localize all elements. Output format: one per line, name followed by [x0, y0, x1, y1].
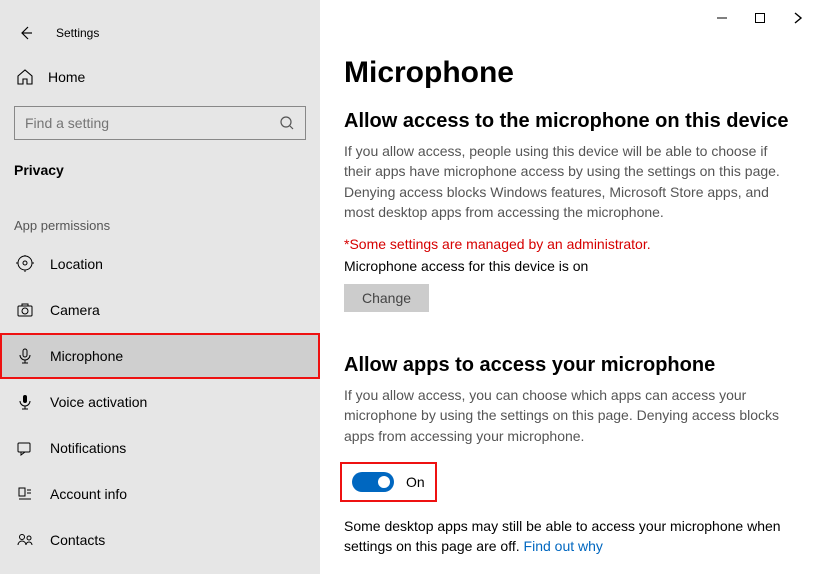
sidebar: Settings Home Privacy App permissions Lo…	[0, 0, 320, 574]
section-heading: Allow apps to access your microphone	[344, 354, 792, 377]
sidebar-item-label: Account info	[50, 486, 127, 502]
main-content: Microphone Allow access to the microphon…	[320, 0, 816, 574]
voice-activation-icon	[14, 393, 36, 411]
minimize-icon[interactable]	[712, 8, 732, 28]
sidebar-nav: Location Camera Microphone Voice activat…	[0, 241, 320, 563]
toggle-knob	[378, 476, 390, 488]
home-icon	[14, 68, 36, 86]
section-description: If you allow access, people using this d…	[344, 141, 784, 222]
contacts-icon	[14, 531, 36, 549]
sidebar-item-voice-activation[interactable]: Voice activation	[0, 379, 320, 425]
sidebar-item-label: Microphone	[50, 348, 123, 364]
sidebar-section-title: Privacy	[0, 140, 320, 188]
admin-note: *Some settings are managed by an adminis…	[344, 236, 792, 252]
location-icon	[14, 255, 36, 273]
search-icon	[279, 115, 295, 131]
toggle-state-label: On	[406, 474, 425, 490]
app-access-section: Allow apps to access your microphone If …	[344, 354, 792, 556]
search-box[interactable]	[14, 106, 306, 140]
sidebar-item-label: Camera	[50, 302, 100, 318]
maximize-icon[interactable]	[750, 8, 770, 28]
sidebar-item-microphone[interactable]: Microphone	[0, 333, 320, 379]
device-access-status: Microphone access for this device is on	[344, 258, 792, 274]
section-description: If you allow access, you can choose whic…	[344, 385, 784, 446]
settings-app: Settings Home Privacy App permissions Lo…	[0, 0, 816, 574]
sidebar-item-label: Contacts	[50, 532, 105, 548]
sidebar-item-label: Location	[50, 256, 103, 272]
back-icon[interactable]	[14, 21, 38, 45]
next-icon[interactable]	[788, 8, 808, 28]
titlebar: Settings	[0, 18, 320, 48]
section-heading: Allow access to the microphone on this d…	[344, 110, 792, 133]
sidebar-item-account-info[interactable]: Account info	[0, 471, 320, 517]
account-info-icon	[14, 485, 36, 503]
window-controls	[712, 8, 808, 28]
app-access-toggle-row: On	[344, 466, 433, 498]
sidebar-subheader: App permissions	[0, 188, 320, 241]
sidebar-item-contacts[interactable]: Contacts	[0, 517, 320, 563]
sidebar-item-label: Voice activation	[50, 394, 147, 410]
footnote: Some desktop apps may still be able to a…	[344, 516, 784, 557]
sidebar-item-location[interactable]: Location	[0, 241, 320, 287]
device-access-section: Allow access to the microphone on this d…	[344, 110, 792, 312]
sidebar-home[interactable]: Home	[0, 56, 320, 100]
page-title: Microphone	[344, 56, 792, 90]
microphone-icon	[14, 347, 36, 365]
home-label: Home	[48, 69, 85, 85]
app-access-toggle[interactable]	[352, 472, 394, 492]
app-title: Settings	[56, 26, 99, 40]
sidebar-item-notifications[interactable]: Notifications	[0, 425, 320, 471]
camera-icon	[14, 301, 36, 319]
search-input[interactable]	[25, 115, 279, 131]
notifications-icon	[14, 439, 36, 457]
change-button[interactable]: Change	[344, 284, 429, 312]
sidebar-item-label: Notifications	[50, 440, 126, 456]
sidebar-item-camera[interactable]: Camera	[0, 287, 320, 333]
find-out-why-link[interactable]: Find out why	[524, 538, 603, 554]
